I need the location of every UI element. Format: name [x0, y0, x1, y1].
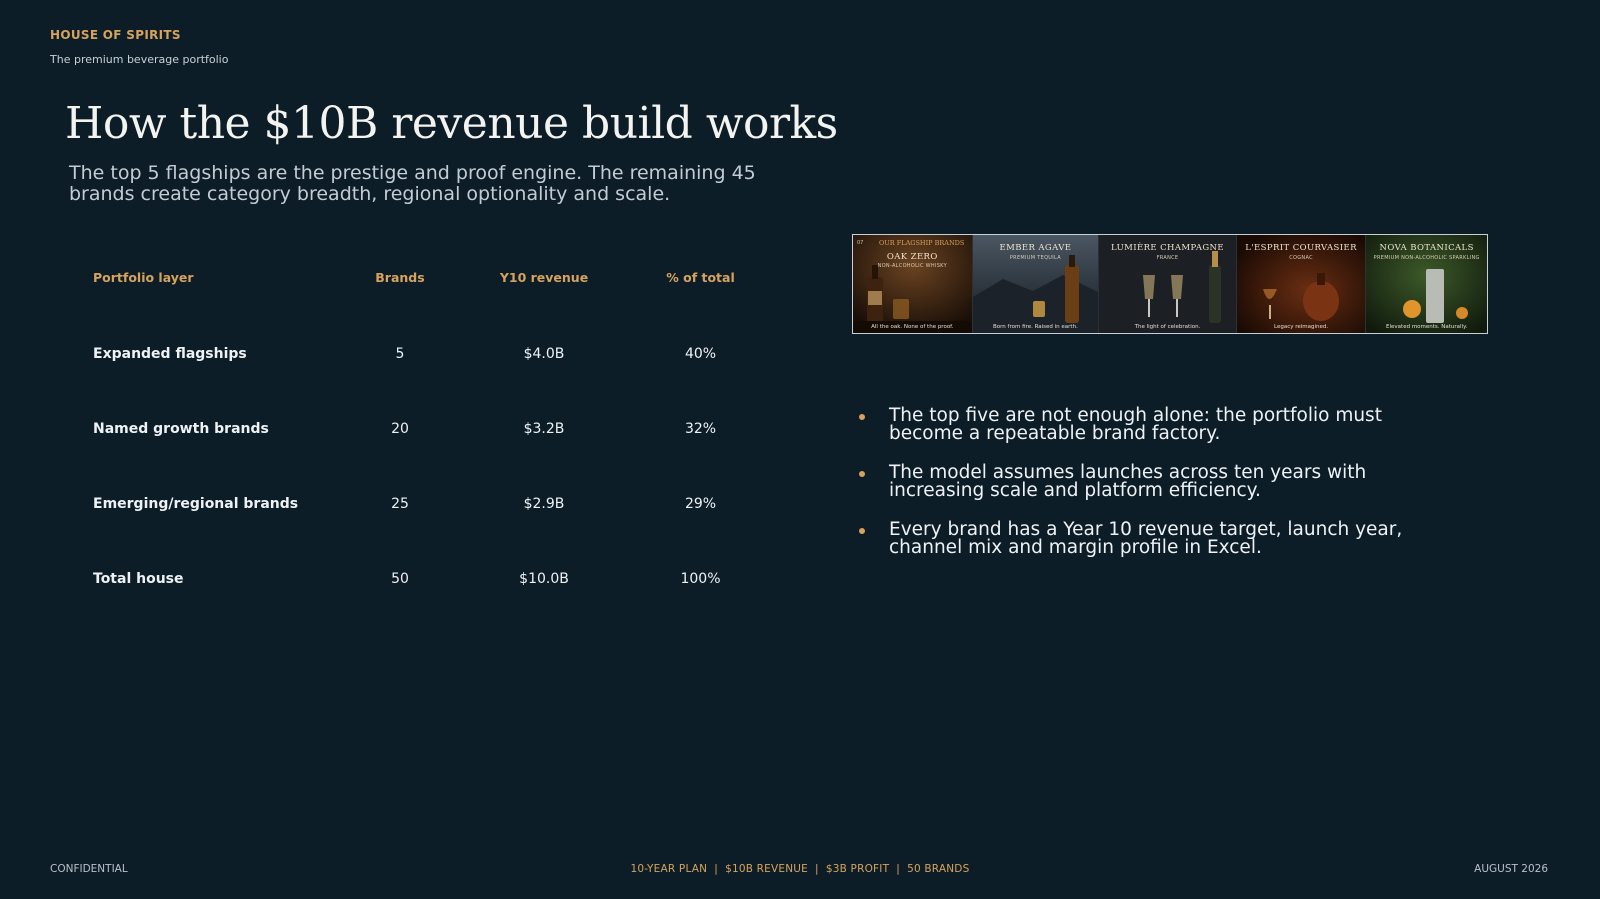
list-item: Every brand has a Year 10 revenue target… [858, 519, 1448, 558]
brand-sub-ember-agave: PREMIUM TEQUILA [1009, 255, 1061, 261]
brand-tagline-esprit: Legacy reimagined. [1274, 324, 1329, 330]
cell-brands: 50 [391, 570, 409, 587]
brand-panel-lumiere: LUMIÈRE CHAMPAGNE FRANCE The light of ce… [1099, 235, 1237, 333]
cell-brands: 5 [395, 345, 405, 362]
brand-sub-oak-zero: NON-ALCOHOLIC WHISKY [877, 263, 947, 269]
strip-number: 07 [857, 240, 864, 246]
cell-layer: Expanded flagships [93, 345, 247, 362]
cell-percent: 32% [684, 420, 717, 437]
brand-panel-esprit: L'ESPRIT COURVASIER COGNAC Legacy reimag… [1236, 235, 1367, 333]
column-header-brands: Brands [375, 270, 425, 285]
key-points-list: The top five are not enough alone: the p… [858, 405, 1448, 578]
brand-sub-esprit: COGNAC [1289, 255, 1313, 261]
brand-name-nova: NOVA BOTANICALS [1379, 243, 1474, 253]
bullet-dot-icon [859, 414, 865, 420]
brand-tagline-nova: Elevated moments. Naturally. [1386, 324, 1468, 330]
table-row: Emerging/regional brands 25 $2.9B 29% [80, 466, 783, 541]
brand-tagline-lumiere: The light of celebration. [1134, 324, 1201, 330]
brand-name: HOUSE OF SPIRITS [50, 28, 181, 42]
brand-name-ember-agave: EMBER AGAVE [999, 243, 1072, 253]
brand-sub-nova: PREMIUM NON-ALCOHOLIC SPARKLING [1373, 255, 1480, 261]
brand-panel-ember-agave: EMBER AGAVE PREMIUM TEQUILA Born from fi… [972, 235, 1100, 333]
bullet-text: Every brand has a Year 10 revenue target… [889, 519, 1403, 558]
footer-date: AUGUST 2026 [1474, 863, 1548, 875]
page-subtitle: The top 5 flagships are the prestige and… [69, 162, 756, 205]
cell-percent: 29% [684, 495, 717, 512]
cell-revenue: $10.0B [519, 570, 569, 587]
bullet-text: The top five are not enough alone: the p… [889, 405, 1382, 444]
column-header-percent: % of total [666, 270, 735, 285]
brand-tagline-ember-agave: Born from fire. Raised in earth. [993, 324, 1078, 330]
cell-brands: 20 [391, 420, 409, 437]
cell-revenue: $4.0B [523, 345, 565, 362]
cell-revenue: $2.9B [523, 495, 565, 512]
list-item: The top five are not enough alone: the p… [858, 405, 1448, 444]
whisky-scene-art [853, 235, 972, 333]
flagship-brands-image: 07 OUR FLAGSHIP BRANDS OAK ZERO NON-ALCO… [852, 234, 1488, 334]
brand-name-oak-zero: OAK ZERO [886, 252, 938, 262]
bullet-text: The model assumes launches across ten ye… [889, 462, 1367, 501]
table-row: Expanded flagships 5 $4.0B 40% [80, 316, 783, 391]
cell-brands: 25 [391, 495, 409, 512]
brand-name-esprit: L'ESPRIT COURVASIER [1245, 243, 1357, 253]
table-header-row: Portfolio layer Brands Y10 revenue % of … [80, 239, 783, 316]
table-row-total: Total house 50 $10.0B 100% [80, 541, 783, 616]
list-item: The model assumes launches across ten ye… [858, 462, 1448, 501]
column-header-layer: Portfolio layer [93, 270, 194, 285]
brand-name-lumiere: LUMIÈRE CHAMPAGNE [1111, 243, 1224, 253]
cell-percent: 40% [684, 345, 717, 362]
cell-layer: Total house [93, 570, 184, 587]
brand-tagline-oak-zero: All the oak. None of the proof. [871, 324, 954, 330]
column-header-revenue: Y10 revenue [499, 270, 589, 285]
cell-layer: Emerging/regional brands [93, 495, 299, 512]
brand-panel-oak-zero: 07 OUR FLAGSHIP BRANDS OAK ZERO NON-ALCO… [853, 235, 973, 333]
page-title: How the $10B revenue build works [65, 98, 838, 149]
table-row: Named growth brands 20 $3.2B 32% [80, 391, 783, 466]
cell-revenue: $3.2B [523, 420, 565, 437]
portfolio-table: Portfolio layer Brands Y10 revenue % of … [80, 239, 783, 616]
cell-percent: 100% [680, 570, 721, 587]
strip-label: OUR FLAGSHIP BRANDS [879, 239, 965, 247]
bullet-dot-icon [859, 471, 865, 477]
bullet-dot-icon [859, 528, 865, 534]
cell-layer: Named growth brands [93, 420, 269, 437]
brand-panel-nova: NOVA BOTANICALS PREMIUM NON-ALCOHOLIC SP… [1366, 235, 1487, 333]
brand-sub-lumiere: FRANCE [1156, 255, 1179, 261]
brand-tagline: The premium beverage portfolio [50, 53, 229, 66]
footer-summary: 10-YEAR PLAN | $10B REVENUE | $3B PROFIT… [630, 863, 970, 875]
